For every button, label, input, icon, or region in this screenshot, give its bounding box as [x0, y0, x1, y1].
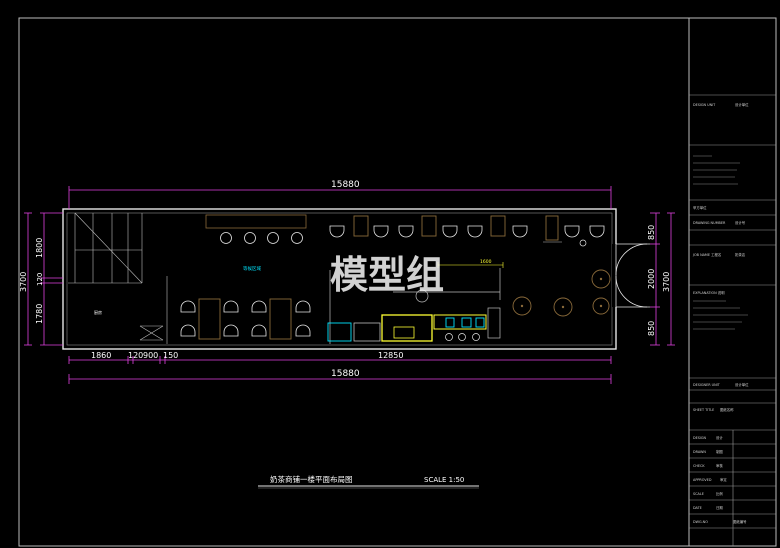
top-chairs	[329, 225, 605, 238]
design-unit-label: DESIGN UNIT	[693, 103, 716, 107]
right-dimension-1: 850	[647, 225, 656, 240]
bottom-tables	[198, 298, 292, 340]
design-unit-value: 设计单位	[735, 102, 749, 107]
top-dimension: 15880	[331, 180, 360, 190]
round-table-dots	[520, 277, 603, 309]
bottom-dimension: 15880	[331, 369, 360, 379]
counter-dimension: 1600	[480, 259, 492, 265]
explanation-label: EXPLANATION 说明	[693, 290, 725, 295]
client-label: 甲方单位	[693, 205, 707, 210]
check-label: CHECK	[693, 464, 705, 468]
stair	[68, 212, 143, 284]
drawing-title: 奶茶商铺一楼平面布局图	[270, 474, 353, 484]
drawn-label: DRAWN	[693, 450, 706, 454]
left-dimension-2: 120	[36, 273, 44, 286]
partition	[139, 276, 168, 344]
left-dimension-3: 1780	[35, 304, 44, 324]
bottom-segment-2: 120	[128, 351, 143, 360]
notes-lines	[693, 155, 740, 185]
design-label: DESIGN	[693, 436, 707, 440]
equipment-inner	[393, 326, 415, 339]
bottom-segment-4: 150	[163, 351, 178, 360]
sheet-title-label: SHEET TITLE	[693, 408, 714, 412]
bottom-segment-1: 1860	[91, 351, 111, 360]
drawn-value: 制图	[716, 449, 723, 454]
round-tables	[512, 269, 611, 317]
job-name-value: 奶茶店	[735, 252, 746, 257]
explanation-lines	[693, 300, 748, 330]
bottom-segment-3: 900	[143, 351, 158, 360]
drawing-scale: SCALE 1:50	[424, 476, 464, 484]
sheet-title-value: 图纸名称	[720, 407, 734, 412]
plant	[579, 239, 587, 247]
date-value: 日期	[716, 505, 723, 510]
entrance-door	[615, 243, 650, 308]
left-dimension-1: 1800	[35, 238, 44, 258]
room-label: 厨房	[94, 309, 102, 315]
drawing-number-value: 设计号	[735, 220, 746, 225]
left-total: 3700	[19, 272, 28, 292]
date-label: DATE	[693, 506, 702, 510]
drawing-number-label: DRAWING NUMBER	[693, 221, 726, 225]
scale-value: 比例	[716, 491, 723, 496]
design-value: 设计	[716, 435, 723, 440]
sinks	[445, 333, 480, 341]
right-dimension-2: 2000	[647, 269, 656, 289]
cad-drawing: DESIGN UNIT 设计单位 甲方单位 DRAWING NUMBER 设计号…	[18, 17, 777, 547]
designer-unit-value: 设计单位	[735, 382, 749, 387]
counter-fixtures	[415, 289, 501, 339]
counter-dim	[437, 262, 504, 268]
approved-label: APPROVED	[693, 478, 712, 482]
watermark: 模型组	[330, 253, 444, 297]
dwg-no-label: DWG.NO	[693, 520, 708, 524]
equipment-yellow	[381, 314, 433, 342]
bottom-segment-5: 12850	[378, 351, 403, 360]
cabinet	[353, 322, 381, 342]
approved-value: 审定	[720, 477, 727, 482]
right-dimension-3: 850	[647, 321, 656, 336]
scale-label: SCALE	[693, 492, 704, 496]
area-label: 等候区域	[243, 265, 261, 272]
job-name-label: JOB NAME 工程名	[692, 252, 721, 257]
cabinet-cyan	[327, 322, 352, 342]
equipment-cyan	[445, 317, 485, 328]
wall-bench	[205, 214, 307, 229]
check-value: 审核	[716, 463, 723, 468]
stools	[220, 232, 303, 244]
right-total: 3700	[662, 272, 671, 292]
designer-unit-label: DESIGNER UNIT	[693, 383, 721, 387]
dwg-no-value: 图纸编号	[733, 519, 747, 524]
